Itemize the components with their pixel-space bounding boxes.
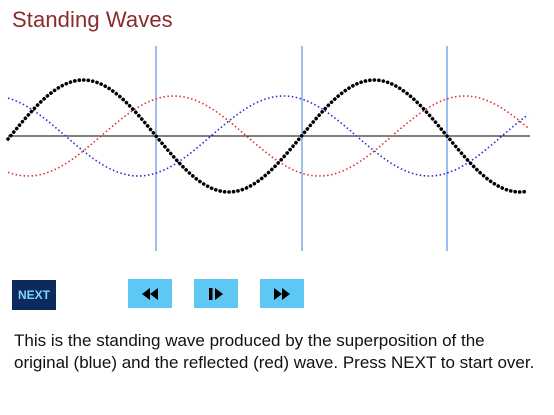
next-button[interactable]: NEXT [12, 280, 56, 310]
rewind-button[interactable] [128, 279, 172, 308]
step-forward-button[interactable] [194, 279, 238, 308]
description-text: This is the standing wave produced by th… [14, 331, 535, 372]
fast-forward-button[interactable] [260, 279, 304, 308]
page-title: Standing Waves [12, 7, 173, 32]
rewind-icon [142, 287, 158, 300]
next-button-label: NEXT [17, 288, 50, 302]
step-forward-icon [209, 287, 223, 300]
fast-forward-icon [274, 287, 290, 300]
wave-plot [6, 46, 530, 251]
